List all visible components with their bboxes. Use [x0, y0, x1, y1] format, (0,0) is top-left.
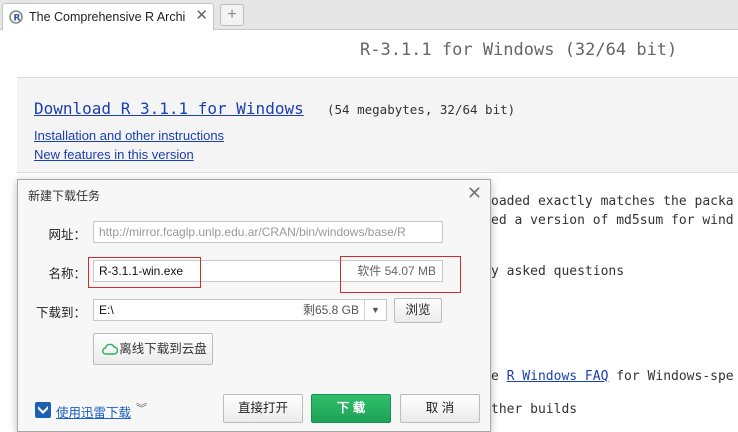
page-title: R-3.1.1 for Windows (32/64 bit): [360, 40, 678, 60]
url-field[interactable]: http://mirror.fcaglp.unlp.edu.ar/CRAN/bi…: [93, 221, 443, 243]
url-label: 网址：: [48, 228, 86, 242]
new-download-dialog: 新建下载任务 ✕ 网址： http://mirror.fcaglp.unlp.e…: [17, 179, 491, 432]
browse-button[interactable]: 浏览: [394, 298, 442, 323]
new-features-link[interactable]: New features in this version: [34, 147, 194, 162]
body-text-line: oaded exactly matches the packa: [491, 194, 734, 209]
body-text-line: ther builds: [491, 402, 578, 417]
svg-text:R: R: [14, 14, 21, 24]
download-box: Download R 3.1.1 for Windows (54 megabyt…: [17, 77, 738, 173]
file-size-annotation-box: [340, 256, 461, 293]
browser-tab-bar: R The Comprehensive R Archi ✕ +: [0, 0, 738, 30]
dialog-title: 新建下载任务: [28, 189, 101, 203]
save-path-label: 下载到：: [35, 306, 86, 320]
download-size-note: (54 megabytes, 32/64 bit): [327, 102, 516, 117]
faq-line: e R Windows FAQ for Windows-spe: [491, 369, 734, 384]
body-text-line: ed a version of md5sum for wind: [491, 213, 734, 228]
open-directly-button[interactable]: 直接打开: [223, 394, 303, 423]
faq-suffix: for Windows-spe: [608, 369, 734, 384]
faq-prefix: e: [491, 369, 507, 384]
cancel-button[interactable]: 取 消: [400, 394, 480, 423]
double-chevron-down-icon[interactable]: ︾: [136, 400, 147, 416]
r-windows-faq-link[interactable]: R Windows FAQ: [507, 369, 609, 384]
name-label: 名称：: [48, 267, 86, 281]
installation-instructions-link[interactable]: Installation and other instructions: [34, 128, 224, 143]
cloud-icon: [102, 343, 118, 355]
download-r-link[interactable]: Download R 3.1.1 for Windows: [34, 99, 304, 118]
new-tab-button[interactable]: +: [220, 4, 244, 26]
free-space-text: 剩65.8 GB: [302, 303, 359, 317]
save-path-select[interactable]: E:\ 剩65.8 GB ▼: [93, 299, 387, 321]
use-xunlei-link[interactable]: 使用迅雷下载: [56, 402, 131, 421]
tab-close-icon[interactable]: ✕: [195, 8, 208, 24]
offline-cloud-download-button[interactable]: 离线下载到云盘: [93, 333, 213, 365]
url-value: http://mirror.fcaglp.unlp.edu.ar/CRAN/bi…: [99, 225, 406, 239]
browser-tab[interactable]: R The Comprehensive R Archi ✕: [2, 3, 214, 30]
r-logo-icon: R: [9, 10, 23, 24]
xunlei-icon: [35, 402, 51, 418]
cloud-button-label: 离线下载到云盘: [119, 342, 207, 356]
save-path-value: E:\: [99, 303, 114, 317]
close-icon[interactable]: ✕: [467, 184, 482, 202]
filename-annotation-box: [88, 257, 201, 288]
chevron-down-icon[interactable]: ▼: [364, 300, 386, 320]
tab-title: The Comprehensive R Archi: [29, 10, 186, 24]
body-text-line: y asked questions: [491, 264, 625, 279]
download-button[interactable]: 下 载: [311, 394, 391, 423]
